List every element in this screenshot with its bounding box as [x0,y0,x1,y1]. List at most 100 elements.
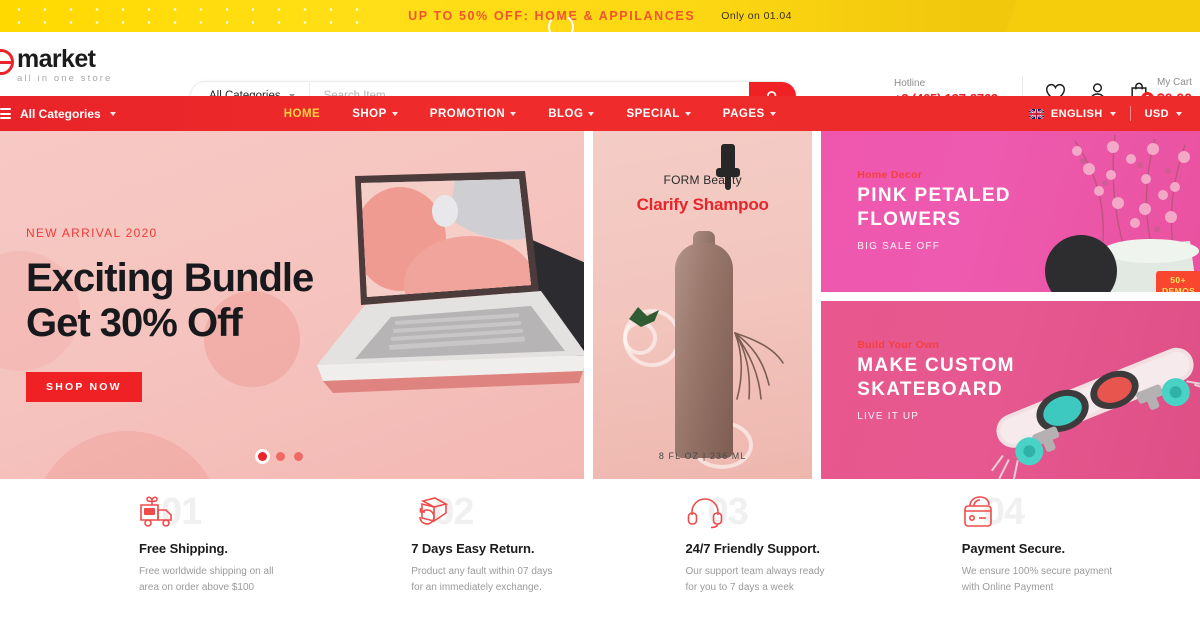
banner-custom-skateboard[interactable]: Build Your Own MAKE CUSTOM SKATEBOARD LI… [821,301,1200,479]
banner-flowers-eyebrow: Home Decor [857,169,923,181]
feature-description: Free worldwide shipping on all area on o… [139,564,377,596]
nav-item-label: SHOP [352,107,387,120]
hero-copy: NEW ARRIVAL 2020 Exciting Bundle Get 30%… [26,226,314,402]
banner-skate-subtitle: LIVE IT UP [857,411,920,422]
feature-title: 7 Days Easy Return. [411,541,535,556]
logo-circle-icon [0,48,14,75]
chevron-down-icon [510,111,517,116]
hero-slider[interactable]: NEW ARRIVAL 2020 Exciting Bundle Get 30%… [0,131,585,479]
nav-item-label: PROMOTION [429,107,506,120]
shipping-truck-icon [140,496,172,527]
feature-desc-line2: for you to 7 days a week [685,582,794,593]
nav-item-label: PAGES [722,107,765,120]
slider-dot-1[interactable] [258,452,267,461]
hero-banner-row: NEW ARRIVAL 2020 Exciting Bundle Get 30%… [0,131,1200,479]
feature-free-shipping: 01 Free Shipping. Free worldwide shippin… [0,491,377,609]
site-logo[interactable]: market all in one store [0,45,168,84]
chevron-down-icon [769,111,776,116]
hero-eyebrow: NEW ARRIVAL 2020 [26,226,158,240]
banner-skate-title-line2: SKATEBOARD [857,379,1003,401]
feature-title: 24/7 Friendly Support. [685,541,820,556]
chevron-down-icon [1109,111,1116,116]
banner-flowers-title-line2: FLOWERS [857,209,962,231]
feature-desc-line2: for an immediately exchange. [411,582,542,593]
banner-mid-brand: FORM Beauty [663,173,742,187]
dropper-cap-decoration [716,144,741,190]
chevron-down-icon [1176,111,1182,116]
feature-desc-line1: Our support team always ready [685,566,825,577]
banner-pink-petaled-flowers[interactable]: Home Decor PINK PETALED FLOWERS BIG SALE… [821,131,1200,292]
nav-item-blog[interactable]: BLOG [532,108,610,120]
uk-flag-icon [1028,108,1044,119]
shop-now-button[interactable]: SHOP NOW [26,371,142,402]
banner-mid-title: Clarify Shampoo [636,195,769,214]
banner-flowers-title-line1: PINK PETALED [857,185,1011,206]
feature-title: Payment Secure. [961,541,1066,556]
promo-date: Only on 01.04 [721,10,792,22]
currency-label: USD [1144,107,1169,120]
logo-tagline: all in one store [17,72,113,84]
feature-title: Free Shipping. [139,541,228,556]
nav-item-shop[interactable]: SHOP [336,108,414,120]
nav-item-label: SPECIAL [626,107,680,120]
feature-desc-line2: with Online Payment [961,582,1054,593]
main-navigation: All Categories HOME SHOP PROMOTION BLOG … [0,96,1200,131]
chevron-down-icon [684,111,691,116]
hotline-label: Hotline [894,78,926,89]
cart-label: My Cart [1156,77,1192,88]
feature-desc-line1: We ensure 100% secure payment [961,566,1113,577]
demos-badge-label: DEMOS [1162,286,1196,292]
slider-dot-2[interactable] [276,452,285,461]
banner-flowers-title: PINK PETALED FLOWERS [857,184,1011,233]
return-box-icon [419,497,449,525]
right-banner-column: Home Decor PINK PETALED FLOWERS BIG SALE… [821,131,1200,479]
currency-selector[interactable]: USD [1131,108,1196,120]
logo-name: market [17,44,96,73]
nav-item-label: BLOG [548,107,584,120]
features-row: 01 Free Shipping. Free worldwide shippin… [0,479,1200,609]
language-label: ENGLISH [1050,107,1103,120]
feature-desc-line2: area on order above $100 [139,582,255,593]
wallet-secure-icon [963,496,992,527]
feature-desc-line1: Product any fault within 07 days [411,566,553,577]
chevron-down-icon [391,111,398,116]
feature-description: Our support team always ready for you to… [686,564,924,596]
hamburger-icon [0,108,11,119]
storefront-page: UP TO 50% OFF: HOME & APPILANCES Only on… [0,0,1200,625]
feature-desc-line1: Free worldwide shipping on all [139,566,274,577]
nav-item-label: HOME [283,107,321,120]
nav-item-promotion[interactable]: PROMOTION [414,108,532,120]
slider-pagination [258,452,303,461]
feature-description: We ensure 100% secure payment with Onlin… [962,564,1200,596]
site-header: market all in one store All Categories H… [0,32,1200,111]
all-categories-menu[interactable]: All Categories [0,107,116,121]
all-categories-label: All Categories [20,106,101,121]
demos-badge[interactable]: 50+ DEMOS [1156,271,1200,292]
banner-flowers-subtitle: BIG SALE OFF [857,241,941,252]
dried-roots-decoration [734,332,784,400]
banner-skate-title: MAKE CUSTOM SKATEBOARD [857,354,1015,403]
nav-item-home[interactable]: HOME [268,108,337,120]
flowers-image [1045,134,1200,292]
promo-strip[interactable]: UP TO 50% OFF: HOME & APPILANCES Only on… [0,0,1200,32]
feature-payment-secure: 04 Payment Secure. We ensure 100% secure… [924,491,1200,609]
hero-title-line1: Exciting Bundle [26,256,314,300]
nav-items-list: HOME SHOP PROMOTION BLOG SPECIAL PAGES [268,108,792,120]
decorative-blob [32,431,222,479]
banner-mid-volume: 8 FL OZ | 236 ML [658,451,747,461]
banner-skate-title-line1: MAKE CUSTOM [857,355,1015,376]
demos-badge-count: 50+ [1170,275,1186,285]
language-selector[interactable]: ENGLISH [1015,108,1130,120]
banner-skate-eyebrow: Build Your Own [857,339,940,351]
banner-clarify-shampoo[interactable]: FORM Beauty Clarify Shampoo 8 FL OZ | 23… [593,131,813,479]
nav-item-special[interactable]: SPECIAL [610,108,706,120]
chevron-down-icon [109,111,116,116]
shampoo-bottle-image [675,243,734,458]
slider-dot-3[interactable] [294,452,303,461]
feature-friendly-support: 03 24/7 Friendly Support. Our support te… [650,491,924,609]
headset-support-icon [687,498,722,529]
feature-easy-return: 02 7 Days Easy Return. Product any fault… [377,491,649,609]
nav-item-pages[interactable]: PAGES [707,108,792,120]
laptop-product-image [317,171,585,393]
feature-description: Product any fault within 07 days for an … [411,564,649,596]
